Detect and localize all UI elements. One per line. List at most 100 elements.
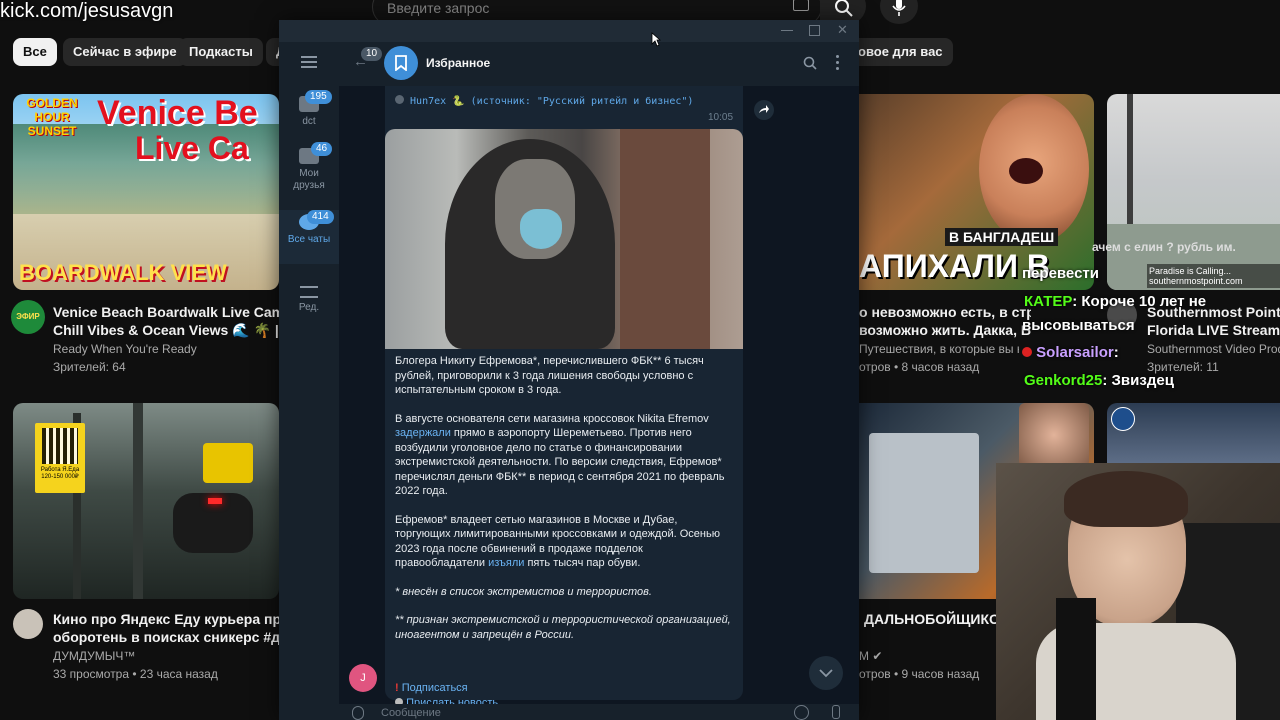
telegram-window: ✕ dct 195 Мои друзья 46 Все чаты 414 Ред… <box>279 20 859 720</box>
thumb-badge: GOLDEN HOUR SUNSET <box>17 96 87 138</box>
keyboard-icon[interactable] <box>793 0 809 11</box>
chip-new-for-you[interactable]: овое для вас <box>848 38 953 66</box>
channel-name[interactable]: ДУМДУМЫЧ™ <box>53 647 135 665</box>
chevron-down-icon <box>819 669 833 678</box>
chat-line: перевести <box>1022 265 1099 282</box>
message-text-part: В августе основателя сети магазина кросс… <box>395 412 709 425</box>
folder-label: Мои друзья <box>293 168 325 191</box>
video-title-line: возможно жить. Дакка, Бангладе <box>859 322 1031 338</box>
message-footnote: * внесён в список экстремистов и террори… <box>395 585 652 598</box>
message-paragraph: В августе основателя сети магазина кросс… <box>395 412 735 499</box>
chat-text: : Короче 10 лет не <box>1072 293 1207 310</box>
unread-badge: 195 <box>305 90 332 104</box>
chat-username: КАТЕР <box>1024 293 1073 310</box>
streamer-webcam <box>996 463 1280 720</box>
maximize-button[interactable] <box>809 25 820 36</box>
video-title-line: Кино про Яндекс Еду курьера присл <box>53 611 279 627</box>
message-footnote: ** признан экстремистской и террористиче… <box>395 614 731 641</box>
video-thumbnail-partial[interactable] <box>1107 403 1280 463</box>
minimize-button[interactable] <box>781 24 793 36</box>
folder-label: Ред. <box>298 302 320 313</box>
sliders-icon <box>300 286 318 298</box>
message-photo[interactable] <box>385 129 743 349</box>
qr-code-icon <box>42 428 78 464</box>
subscribe-link[interactable]: Подписаться <box>402 682 468 694</box>
avatar-letter: J <box>360 672 366 684</box>
qr-caption: 120-150 000₽ <box>41 474 79 480</box>
video-title[interactable]: Venice Beach Boardwalk Live Cam 24/ Chil… <box>53 303 279 339</box>
folder-edit[interactable]: Ред. <box>279 286 339 313</box>
chat-header: ← 10 Избранное <box>339 42 859 86</box>
video-title-line: Chill Vibes & Ocean Views 🌊 🌴 | Lo <box>53 322 279 338</box>
emoji-icon[interactable] <box>794 705 809 720</box>
video-title-line: Venice Beach Boardwalk Live Cam 24/ <box>53 304 279 320</box>
channel-name[interactable]: М ✔ <box>859 647 882 665</box>
folder-label: dct <box>302 116 316 127</box>
back-unread-badge: 10 <box>361 47 383 61</box>
user-icon <box>395 95 404 104</box>
folder-label: Все чаты <box>287 234 331 245</box>
attach-icon[interactable] <box>352 706 364 720</box>
forward-line: Hun7ex 🐍 (источник: "Русский ритейл и би… <box>395 95 693 107</box>
voice-search-button[interactable] <box>880 0 918 24</box>
chat-username: Solarsailor <box>1036 344 1114 361</box>
folder-dct[interactable]: dct 195 <box>279 90 339 127</box>
video-thumbnail-venice[interactable]: GOLDEN HOUR SUNSET Venice Be Live Ca BOA… <box>13 94 279 290</box>
search-placeholder: Введите запрос <box>387 0 490 16</box>
chip-podcasts[interactable]: Подкасты <box>179 38 263 66</box>
chat-title[interactable]: Избранное <box>426 56 490 70</box>
video-title[interactable]: Кино про Яндекс Еду курьера присл оборот… <box>53 610 279 646</box>
chat-line: ачем с елин ? рубль им. <box>1092 240 1236 254</box>
channel-avatar[interactable]: ЭФИР <box>11 300 45 334</box>
thumb-title-text: Venice Be <box>97 94 258 132</box>
unread-badge: 414 <box>307 210 334 224</box>
microphone-icon[interactable] <box>832 705 840 719</box>
more-options-icon[interactable] <box>836 55 839 70</box>
video-title-line: о невозможно есть, в стране, в <box>859 304 1031 320</box>
message-input-placeholder[interactable]: Сообщение <box>381 707 441 719</box>
chip-all[interactable]: Все <box>13 38 57 66</box>
forward-button[interactable] <box>754 100 774 120</box>
channel-name[interactable]: Путешествия, в которые вы не поедете <box>859 340 1019 358</box>
video-title[interactable]: о невозможно есть, в стране, в возможно … <box>859 303 1031 339</box>
message-text-part: пять тысяч пар обуви. <box>524 557 641 569</box>
chip-live[interactable]: Сейчас в эфире <box>63 38 187 66</box>
thumb-title-text: Live Ca <box>135 130 249 166</box>
chat-line: КАТЕР: Короче 10 лет не <box>1024 293 1206 310</box>
avatar-text: ЭФИР <box>16 312 40 321</box>
sender-avatar[interactable]: J <box>349 664 377 692</box>
chat-text: : Звиздец <box>1102 372 1174 389</box>
scroll-down-button[interactable] <box>809 656 843 690</box>
search-icon[interactable] <box>803 56 817 70</box>
channel-name[interactable]: Ready When You're Ready <box>53 340 197 358</box>
exclamation-icon: ! <box>395 682 399 694</box>
close-button[interactable]: ✕ <box>837 22 848 38</box>
folder-friends[interactable]: Мои друзья 46 <box>279 142 339 192</box>
video-thumbnail-courier[interactable]: Работа Я.Еда 120-150 000₽ <box>13 403 279 599</box>
message-input-bar[interactable]: Сообщение <box>339 704 859 720</box>
chat-line: Solarsailor: <box>1022 344 1119 361</box>
video-meta: отров • 8 часов назад <box>859 360 980 374</box>
message-bubble[interactable]: Hun7ex 🐍 (источник: "Русский ритейл и би… <box>385 86 743 709</box>
bookmark-icon <box>395 55 407 71</box>
folder-all-chats[interactable]: Все чаты 414 <box>279 210 339 264</box>
video-title[interactable]: ДАЛЬНОБОЙЩИКОМ <box>864 610 1012 628</box>
window-titlebar: ✕ <box>279 20 859 42</box>
message-time: 10:05 <box>708 112 734 123</box>
chat-username: Genkord25 <box>1024 372 1103 389</box>
menu-icon[interactable] <box>301 56 317 68</box>
folder-sidebar: dct 195 Мои друзья 46 Все чаты 414 Ред. <box>279 42 339 720</box>
mouse-cursor-icon <box>651 32 661 47</box>
saved-messages-avatar[interactable] <box>384 46 418 80</box>
thumb-badge-line: SUNSET <box>27 124 77 138</box>
channel-avatar[interactable] <box>13 609 43 639</box>
share-arrow-icon <box>759 105 769 113</box>
stream-chat-overlay: ачем с елин ? рубль им. перевести КАТЕР:… <box>1020 240 1280 392</box>
detained-link[interactable]: задержали <box>395 427 451 439</box>
message-text: Блогера Никиту Ефремова*, перечислившего… <box>395 354 735 642</box>
chat-line: Genkord25: Звиздец <box>1024 372 1174 389</box>
chat-text: : <box>1113 344 1119 361</box>
unread-badge: 46 <box>311 142 333 156</box>
search-icon <box>835 0 853 17</box>
seized-link[interactable]: изъяли <box>488 557 524 569</box>
